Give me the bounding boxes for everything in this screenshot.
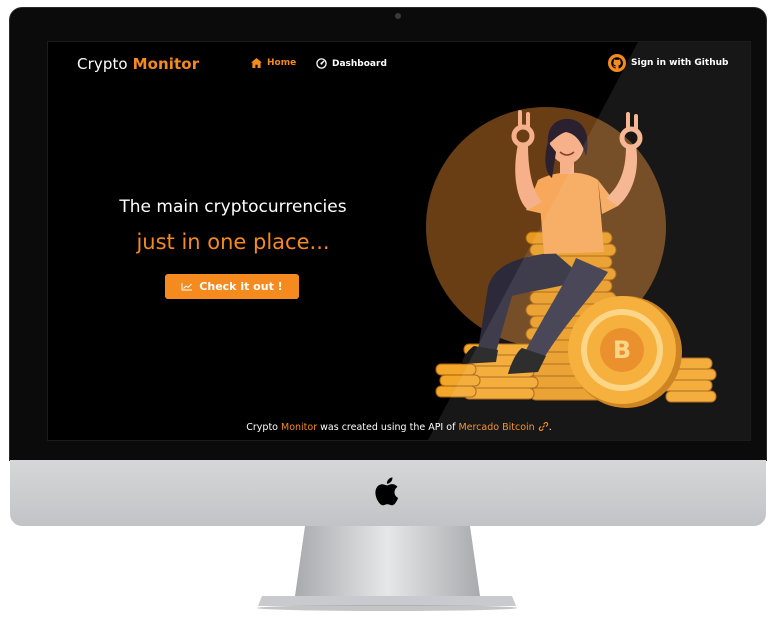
brand-prefix: Crypto [77,55,128,73]
hero-illustration: B [426,107,717,408]
brand-logo[interactable]: Crypto Monitor [77,55,199,73]
nav-home-label: Home [267,58,297,68]
monitor-stand [257,526,517,611]
nav-home-link[interactable]: Home [251,58,296,68]
link-icon [538,422,548,431]
check-it-out-button[interactable]: Check it out ! [165,274,299,299]
check-it-out-label: Check it out ! [199,280,283,293]
home-icon [251,58,262,68]
nav-dashboard-label: Dashboard [332,58,387,69]
footer-part-3: was created using the API of [317,422,459,433]
chart-line-icon [181,283,193,291]
footer-part-5: . [548,422,552,433]
nav-dashboard-link[interactable]: Dashboard [316,58,387,69]
dashboard-icon [316,58,327,69]
monitor-bezel: Crypto Monitor Home Dashboard Sign in wi… [10,8,766,460]
hero-title: The main cryptocurrencies [119,197,347,217]
svg-text:B: B [613,336,631,364]
github-signin-button[interactable]: Sign in with Github [608,54,728,72]
github-icon [608,54,626,72]
footer-brand-accent: Monitor [281,422,318,433]
mercado-bitcoin-link[interactable]: Mercado Bitcoin [458,422,548,433]
footer-credits: Crypto Monitor was created using the API… [48,422,750,433]
mercado-bitcoin-label: Mercado Bitcoin [458,422,535,433]
github-signin-label: Sign in with Github [631,58,729,68]
hero-subtitle: just in one place... [136,230,330,254]
footer-part-1: Crypto [246,422,281,433]
brand-accent: Monitor [132,55,200,73]
camera-dot [395,13,401,19]
screen: Crypto Monitor Home Dashboard Sign in wi… [48,42,750,440]
apple-logo-icon [375,477,399,506]
